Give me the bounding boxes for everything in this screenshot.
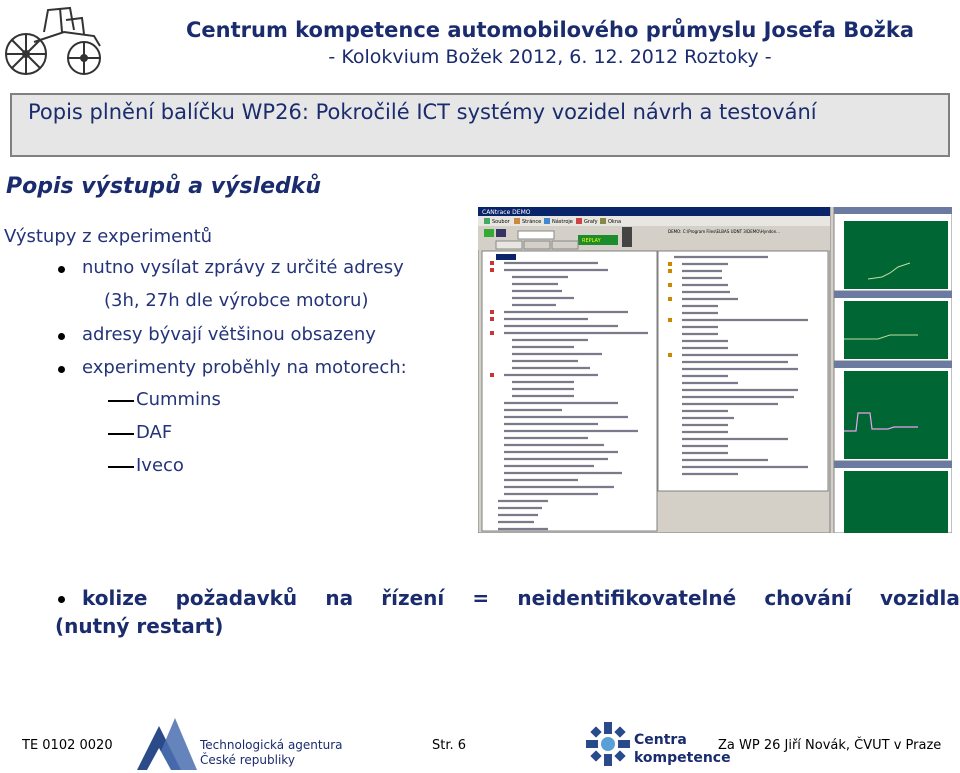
header-title: Centrum kompetence automobilového průmys… — [186, 18, 914, 42]
agency-name: Technologická agentura — [200, 738, 343, 752]
bullet-item: experimenty proběhly na motorech: — [82, 357, 407, 378]
conclusion-word: = — [472, 586, 490, 610]
svg-text:Stránce: Stránce — [522, 218, 541, 225]
plot-window-1 — [833, 207, 952, 292]
conclusion-word: požadavků — [175, 586, 298, 610]
app-menubar: Soubor Stránce Nástroje Grafy Okna — [478, 216, 830, 226]
conclusion-line: kolize požadavků na řízení = neidentifik… — [82, 586, 960, 610]
conclusion-word: vozidla — [879, 586, 960, 610]
centre-name-2: kompetence — [634, 750, 731, 766]
svg-text:REPLAY: REPLAY — [582, 238, 602, 244]
can-analyzer-screenshot: CANtrace DEMO Soubor Stránce Nástroje Gr… — [478, 207, 952, 533]
vintage-car-logo — [5, 6, 101, 75]
svg-text:Okna: Okna — [608, 219, 621, 225]
slide-title: Popis plnění balíčku WP26: Pokročilé ICT… — [28, 100, 817, 124]
plot-window-4 — [833, 460, 952, 533]
conclusion-word: kolize — [82, 586, 148, 610]
app-path: DEMO: C:\Program Files\ELBAS UDNT 3\DEMO… — [668, 229, 780, 234]
app-titlebar — [478, 207, 830, 216]
svg-text:Grafy: Grafy — [584, 219, 598, 225]
ta-cr-logo — [137, 718, 197, 770]
agency-country: České republiky — [200, 753, 295, 767]
footer-code: TE 0102 0020 — [22, 738, 113, 753]
section-intro: Výstupy z experimentů — [4, 226, 213, 247]
conclusion-word: chování — [764, 586, 852, 610]
plot-window-2 — [833, 290, 952, 362]
svg-text:Soubor: Soubor — [492, 219, 511, 225]
bullet-continuation: (3h, 27h dle výrobce motoru) — [104, 290, 369, 311]
footer-author: Za WP 26 Jiří Novák, ČVUT v Praze — [718, 738, 942, 753]
bullet-item: nutno vysílat zprávy z určité adresy — [82, 257, 404, 278]
app-title: CANtrace DEMO — [482, 209, 531, 216]
bullet-item: adresy bývají většinou obsazeny — [82, 324, 376, 345]
plot-window-3 — [833, 360, 952, 462]
header-subtitle: - Kolokvium Božek 2012, 6. 12. 2012 Rozt… — [328, 46, 772, 68]
bullet-dot — [58, 366, 65, 373]
bullet-dot — [58, 596, 65, 603]
dash-marker — [108, 400, 134, 402]
bullet-dot — [58, 333, 65, 340]
bullet-dot — [58, 266, 65, 273]
engine-item: Cummins — [136, 389, 221, 410]
svg-text:Nástroje: Nástroje — [552, 218, 573, 225]
conclusion-word: řízení — [381, 586, 445, 610]
conclusion-word: neidentifikovatelné — [517, 586, 737, 610]
engine-item: DAF — [136, 422, 173, 443]
engine-item: Iveco — [136, 455, 184, 476]
dash-marker — [108, 433, 134, 435]
centre-name-1: Centra — [634, 732, 687, 748]
page-number: Str. 6 — [432, 738, 467, 753]
section-title: Popis výstupů a výsledků — [6, 174, 322, 199]
conclusion-continuation: (nutný restart) — [55, 614, 224, 638]
dash-marker — [108, 466, 134, 468]
conclusion-word: na — [325, 586, 354, 610]
centra-kompetence-logo — [586, 722, 630, 766]
